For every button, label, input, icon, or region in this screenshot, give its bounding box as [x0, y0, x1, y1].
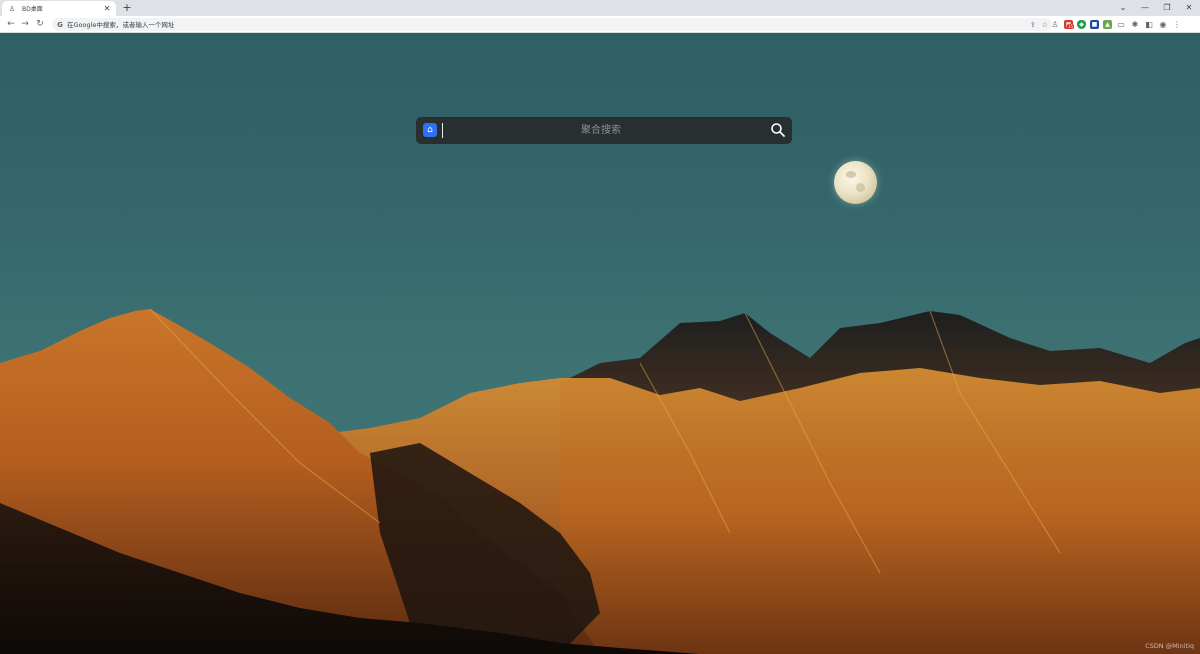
menu-dots-icon[interactable]: ⋮ [1172, 20, 1182, 29]
text-caret [442, 123, 443, 138]
extension-bar: ♙ ▦15 ◆ ■ ▲ ▭ ✱ ◧ ◉ ⋮ [1050, 17, 1182, 32]
forward-arrow-icon[interactable]: → [18, 17, 32, 31]
restore-button[interactable]: ❐ [1156, 0, 1178, 16]
address-bar[interactable]: G ⇪ ☆ [52, 18, 1052, 31]
tab-close-icon[interactable]: ✕ [102, 4, 112, 13]
address-input[interactable] [67, 20, 567, 29]
window-controls: ⌄ — ❐ ✕ [1112, 0, 1200, 16]
extension-badge: 15 [1067, 24, 1075, 29]
person-icon: ♙ [8, 4, 16, 13]
dark-extension-icon[interactable]: ■ [1090, 20, 1099, 29]
moon [834, 161, 877, 204]
search-input[interactable] [446, 120, 756, 141]
leaf-extension-icon[interactable]: ▲ [1103, 20, 1112, 29]
bookmark-star-icon[interactable]: ☆ [1042, 21, 1048, 29]
search-icon[interactable] [770, 122, 786, 138]
new-tab-button[interactable]: + [121, 1, 133, 15]
tab-search-icon[interactable]: ⌄ [1112, 0, 1134, 16]
omnibox-actions: ⇪ ☆ [1030, 18, 1048, 31]
profile-extension-icon[interactable]: ♙ [1050, 20, 1060, 29]
close-window-button[interactable]: ✕ [1178, 0, 1200, 16]
search-engine-icon[interactable]: ⌂ [423, 123, 437, 137]
aggregate-search-bar: ⌂ [416, 117, 792, 144]
avatar-icon[interactable]: ◉ [1158, 20, 1168, 29]
browser-toolbar: ← → ↻ G ⇪ ☆ ♙ ▦15 ◆ ■ ▲ ▭ ✱ ◧ ◉ ⋮ [0, 16, 1200, 33]
browser-tab[interactable]: ♙ BD桌面 ✕ [2, 1, 116, 16]
watermark: CSDN @Minitiq [1145, 642, 1194, 650]
puzzle-extensions-icon[interactable]: ✱ [1130, 20, 1140, 29]
reload-icon[interactable]: ↻ [33, 17, 47, 31]
shield-extension-icon[interactable]: ◆ [1077, 20, 1086, 29]
share-icon[interactable]: ⇪ [1030, 21, 1036, 29]
tab-strip: ♙ BD桌面 ✕ + ⌄ — ❐ ✕ [0, 0, 1200, 16]
google-icon: G [57, 20, 63, 29]
screen-extension-icon[interactable]: ▭ [1116, 20, 1126, 29]
side-panel-icon[interactable]: ◧ [1144, 20, 1154, 29]
tab-title: BD桌面 [22, 6, 43, 13]
minimize-button[interactable]: — [1134, 0, 1156, 16]
calendar-extension-icon[interactable]: ▦15 [1064, 20, 1075, 29]
back-arrow-icon[interactable]: ← [4, 17, 18, 31]
